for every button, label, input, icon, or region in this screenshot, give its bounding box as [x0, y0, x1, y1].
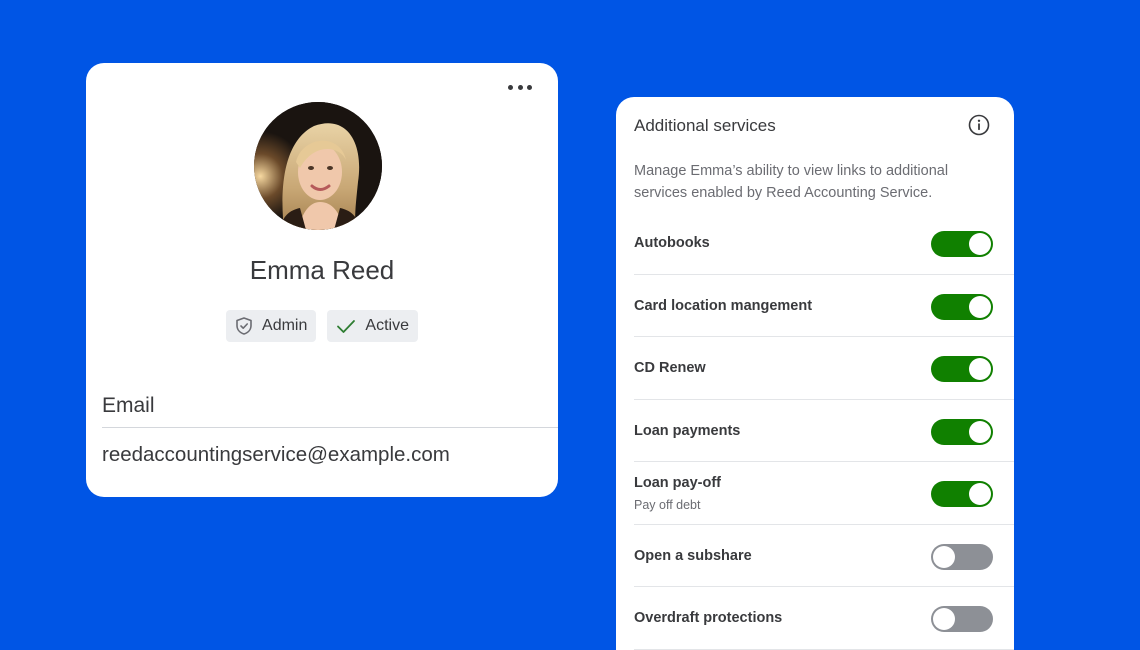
service-row-loan-payments: Loan payments [634, 400, 1014, 462]
service-label: Loan payments [634, 422, 741, 439]
divider [102, 427, 558, 428]
service-sublabel: Pay off debt [634, 498, 701, 512]
service-label: CD Renew [634, 360, 706, 376]
more-options-button[interactable] [508, 81, 532, 93]
toggle-knob [969, 233, 991, 255]
service-row-open-subshare: Open a subshare [634, 525, 1014, 587]
badge-group: Admin Active [86, 310, 558, 342]
toggle-knob [933, 545, 955, 568]
additional-services-card: Additional services Manage Emma’s abilit… [616, 97, 1014, 650]
card-location-toggle[interactable] [931, 293, 993, 320]
user-profile-card: Emma Reed Admin Active Email reedaccount… [86, 63, 558, 497]
services-title: Additional services [634, 116, 776, 135]
service-row-card-location: Card location mangement [634, 275, 1014, 337]
status-badge-label: Active [365, 317, 409, 334]
service-label: Card location mangement [634, 297, 813, 314]
loan-payments-toggle[interactable] [931, 418, 993, 445]
toggle-knob [969, 420, 991, 443]
role-badge-label: Admin [262, 317, 308, 334]
toggle-knob [969, 295, 991, 318]
toggle-knob [969, 483, 991, 505]
role-badge: Admin [226, 310, 317, 342]
email-label: Email [102, 394, 155, 417]
dot-icon [527, 84, 532, 90]
service-list: Autobooks Card location mangement CD Ren… [634, 212, 1014, 650]
profile-name: Emma Reed [249, 255, 395, 285]
email-value: reedaccountingservice@example.com [102, 443, 450, 466]
service-label: Open a subshare [634, 547, 752, 564]
avatar [254, 102, 382, 230]
autobooks-toggle[interactable] [931, 231, 993, 257]
checkmark-icon [337, 320, 356, 333]
cd-renew-toggle[interactable] [931, 356, 993, 382]
info-icon[interactable] [968, 114, 990, 136]
open-subshare-toggle[interactable] [931, 543, 993, 570]
shield-icon [236, 317, 252, 335]
service-row-cd-renew: CD Renew [634, 337, 1014, 400]
overdraft-protections-toggle[interactable] [931, 606, 993, 632]
dot-icon [517, 84, 523, 90]
service-row-loan-pay-off: Loan pay-off Pay off debt [634, 462, 1014, 525]
service-row-autobooks: Autobooks [634, 212, 1014, 275]
service-label: Loan pay-off [634, 475, 721, 491]
service-label: Overdraft protections [634, 610, 783, 626]
toggle-knob [969, 358, 991, 380]
services-description: Manage Emma’s ability to view links to a… [634, 163, 949, 201]
loan-pay-off-toggle[interactable] [931, 481, 993, 507]
service-label: Autobooks [634, 235, 710, 251]
service-row-overdraft: Overdraft protections [634, 587, 1014, 650]
dot-icon [508, 84, 513, 90]
toggle-knob [933, 608, 955, 630]
status-badge: Active [327, 310, 418, 342]
